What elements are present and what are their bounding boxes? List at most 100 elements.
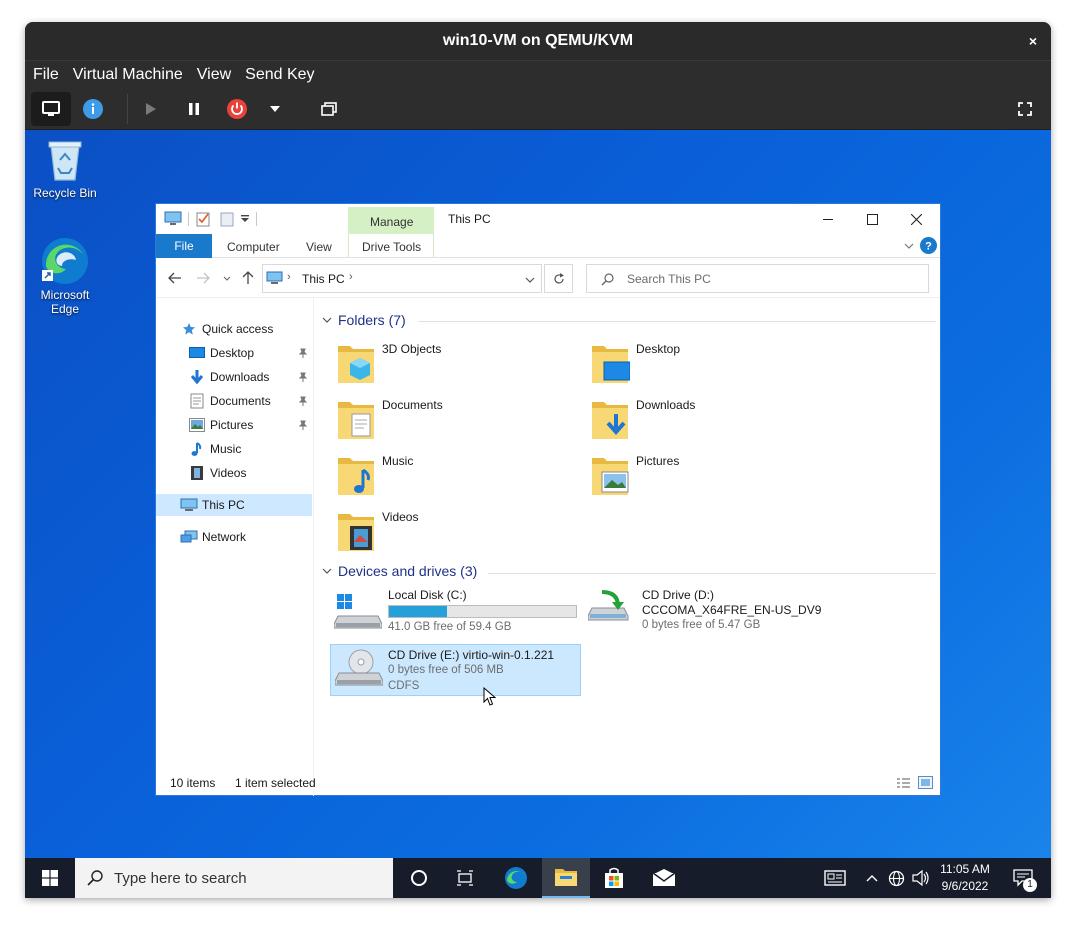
nav-this-pc[interactable]: This PC [156, 494, 312, 516]
folder-music[interactable]: Music [336, 452, 576, 504]
fullscreen-button[interactable] [1005, 92, 1045, 126]
folder-desktop[interactable]: Desktop [590, 340, 830, 392]
start-button[interactable] [25, 858, 75, 898]
properties-icon[interactable] [196, 211, 210, 227]
folder-videos[interactable]: Videos [336, 508, 576, 560]
show-hidden-icons-button[interactable] [863, 858, 881, 898]
nav-item-desktop[interactable]: Desktop [156, 342, 312, 364]
news-widget-button[interactable] [817, 858, 853, 898]
taskbar-store[interactable] [592, 858, 636, 898]
folders-group-header[interactable]: Folders (7) [322, 312, 406, 328]
drive-c-free: 41.0 GB free of 59.4 GB [388, 621, 512, 633]
console-view-button[interactable] [31, 92, 71, 126]
videos-folder-icon [338, 514, 374, 551]
cortana-button[interactable] [397, 858, 441, 898]
taskbar-file-explorer[interactable] [542, 858, 590, 898]
drive-c[interactable]: Local Disk (C:) 41.0 GB free of 59.4 GB [332, 588, 582, 640]
folder-3d-objects[interactable]: 3D Objects [336, 340, 576, 392]
menu-virtual-machine[interactable]: Virtual Machine [73, 66, 183, 84]
manage-tab-label: Manage [370, 215, 414, 229]
nav-network[interactable]: Network [156, 526, 312, 548]
pause-button[interactable] [174, 92, 214, 126]
svg-text:?: ? [925, 241, 932, 253]
refresh-button[interactable] [544, 264, 573, 293]
tab-view[interactable]: View [306, 240, 332, 254]
search-box[interactable]: Search This PC [586, 264, 929, 293]
drives-group-header[interactable]: Devices and drives (3) [322, 563, 477, 579]
details-view-button[interactable] [73, 92, 113, 126]
nav-item-documents[interactable]: Documents [156, 390, 312, 412]
run-button[interactable] [131, 92, 171, 126]
downloads-folder-icon [592, 402, 628, 439]
clock-time: 11:05 AM [940, 862, 990, 876]
drive-d[interactable]: CD Drive (D:) CCCOMA_X64FRE_EN-US_DV9 0 … [586, 588, 836, 640]
vm-titlebar: win10-VM on QEMU/KVM × [25, 22, 1051, 60]
nav-item-downloads[interactable]: Downloads [156, 366, 312, 388]
up-arrow-icon[interactable] [242, 271, 254, 285]
nav-item-videos-label: Videos [210, 466, 247, 480]
address-bar[interactable]: › This PC › [262, 264, 542, 293]
vm-close-button[interactable]: × [1029, 22, 1037, 60]
tab-file[interactable]: File [156, 234, 212, 258]
new-folder-icon[interactable] [220, 211, 234, 227]
desktop-icon-edge[interactable]: Microsoft Edge [25, 236, 105, 316]
taskbar-mail[interactable] [642, 858, 686, 898]
folder-downloads[interactable]: Downloads [590, 396, 830, 448]
drives-header-label: Devices and drives (3) [338, 563, 478, 579]
recent-locations-icon[interactable] [223, 276, 231, 281]
menu-file[interactable]: File [33, 66, 59, 84]
help-icon[interactable]: ? [920, 237, 937, 254]
expand-ribbon-icon[interactable] [904, 242, 914, 250]
drive-c-usage-fill [389, 606, 447, 617]
status-selection: 1 item selected [235, 776, 316, 790]
close-button[interactable] [894, 206, 940, 232]
action-center-button[interactable]: 1 [1003, 858, 1043, 898]
tab-drive-tools[interactable]: Drive Tools [362, 240, 421, 254]
nav-quick-access[interactable]: Quick access [156, 318, 312, 340]
status-bar: 10 items 1 item selected [156, 771, 940, 795]
content-pane: Folders (7) 3D Objects Desktop Documents [316, 298, 940, 778]
nav-item-pictures[interactable]: Pictures [156, 414, 312, 436]
large-icons-view-icon[interactable] [918, 776, 933, 789]
info-icon [83, 99, 103, 119]
taskbar-edge[interactable] [494, 858, 538, 898]
clock[interactable]: 11:05 AM 9/6/2022 [933, 861, 997, 895]
network-tray-button[interactable] [885, 858, 907, 898]
menu-send-key[interactable]: Send Key [245, 66, 314, 84]
minimize-button[interactable] [806, 206, 850, 232]
breadcrumb-this-pc[interactable]: This PC [302, 272, 345, 286]
desktop-icon-recycle-bin[interactable]: Recycle Bin [25, 138, 105, 200]
edge-label-1: Microsoft [40, 288, 90, 302]
nav-item-videos[interactable]: Videos [156, 462, 312, 484]
snapshot-button[interactable] [309, 92, 349, 126]
forward-arrow-icon[interactable] [196, 272, 210, 284]
shutdown-menu-button[interactable] [255, 92, 295, 126]
pin-icon [298, 348, 308, 358]
drive-e[interactable]: CD Drive (E:) virtio-win-0.1.221 0 bytes… [330, 644, 581, 696]
taskbar-search-box[interactable]: Type here to search [75, 858, 393, 898]
details-view-icon[interactable] [896, 777, 911, 789]
search-input[interactable]: Search This PC [627, 272, 711, 286]
cd-drive-icon [335, 649, 383, 686]
nav-item-music-label: Music [210, 442, 242, 456]
folders-header-label: Folders (7) [338, 312, 406, 328]
address-dropdown-icon[interactable] [525, 277, 535, 283]
folder-pictures[interactable]: Pictures [590, 452, 830, 504]
back-arrow-icon[interactable] [168, 272, 182, 284]
globe-icon [888, 870, 904, 886]
task-view-button[interactable] [443, 858, 487, 898]
drive-c-usage-bar [388, 605, 577, 618]
folder-documents[interactable]: Documents [336, 396, 576, 448]
tab-computer[interactable]: Computer [227, 240, 280, 254]
pin-icon [298, 372, 308, 382]
nav-item-music[interactable]: Music [156, 438, 312, 460]
maximize-button[interactable] [850, 206, 894, 232]
menu-view[interactable]: View [197, 66, 231, 84]
folder-pictures-label: Pictures [636, 454, 680, 468]
volume-tray-button[interactable] [909, 858, 933, 898]
cortana-circle-icon [411, 870, 427, 886]
this-pc-small-icon [266, 271, 283, 284]
documents-folder-icon [338, 402, 374, 439]
shutdown-button[interactable] [217, 92, 257, 126]
quick-access-dropdown-icon[interactable] [240, 215, 250, 223]
